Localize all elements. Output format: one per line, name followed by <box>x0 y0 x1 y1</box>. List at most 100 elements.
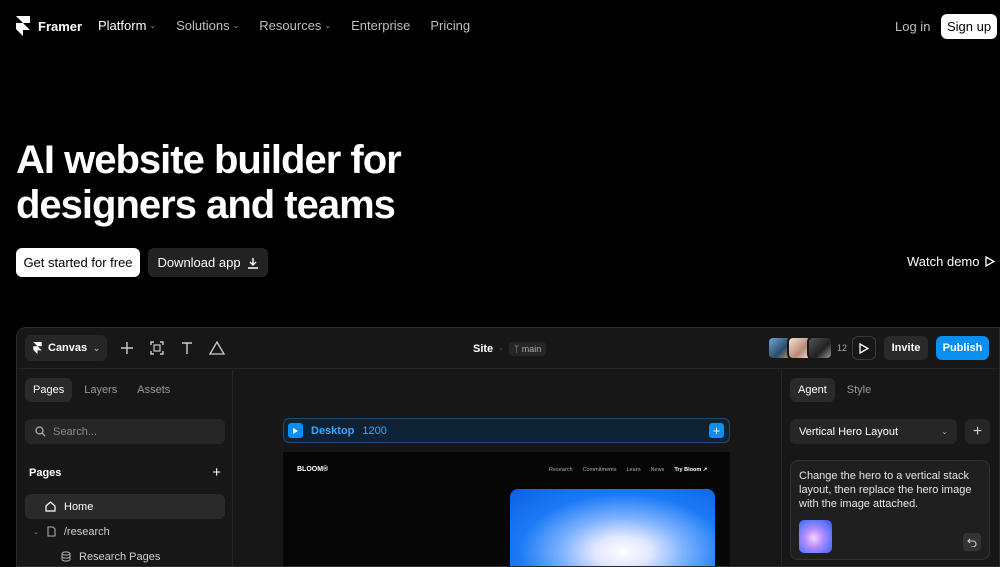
frame-label: Desktop <box>311 424 355 437</box>
chevron-down-icon: ⌄ <box>149 21 157 30</box>
site-preview-frame[interactable]: BLOOM® Research Commitments Learn News T… <box>283 452 730 566</box>
preview-nav-link: Commitments <box>582 467 617 473</box>
page-item-home[interactable]: Home <box>25 494 225 519</box>
play-icon <box>859 342 869 354</box>
publish-button[interactable]: Publish <box>936 336 989 360</box>
frame-tool-icon[interactable] <box>149 340 165 356</box>
play-icon <box>984 256 995 267</box>
preview-button[interactable] <box>852 336 876 360</box>
collaborator-count: 12 <box>837 343 848 353</box>
tab-assets[interactable]: Assets <box>129 378 178 402</box>
agent-message-text: Change the hero to a vertical stack layo… <box>799 470 972 510</box>
watch-demo-label: Watch demo <box>907 254 980 269</box>
nav-link-pricing[interactable]: Pricing <box>430 18 470 33</box>
tab-layers[interactable]: Layers <box>76 378 125 402</box>
nav-link-enterprise[interactable]: Enterprise <box>351 18 410 33</box>
nav-link-label: Resources <box>259 18 322 33</box>
home-icon <box>45 501 56 512</box>
chevron-down-icon: ⌄ <box>324 21 332 30</box>
search-placeholder: Search... <box>53 425 98 438</box>
avatar <box>807 336 833 360</box>
add-breakpoint-icon[interactable]: + <box>709 423 724 438</box>
agent-message: Change the hero to a vertical stack layo… <box>790 460 990 560</box>
layout-select-value: Vertical Hero Layout <box>799 425 899 438</box>
signup-button[interactable]: Sign up <box>941 14 997 39</box>
collaborator-avatars[interactable]: 12 <box>767 336 847 360</box>
site-label: Site <box>473 343 494 355</box>
chevron-down-icon: ⌄ <box>33 528 39 536</box>
nav-link-label: Platform <box>98 18 147 33</box>
branch-name: main <box>521 344 542 354</box>
right-panel: Agent Style Vertical Hero Layout ⌄ + Cha… <box>781 370 999 566</box>
chevron-down-icon: ⌄ <box>941 427 948 436</box>
preview-nav-link: Learn <box>626 467 641 473</box>
nav-link-resources[interactable]: Resources ⌄ <box>259 18 331 33</box>
preview-nav-link: Research <box>549 467 573 473</box>
framer-logo-icon <box>16 16 30 36</box>
attached-image[interactable] <box>799 520 832 553</box>
add-icon[interactable]: + <box>965 419 990 444</box>
text-tool-icon[interactable] <box>179 340 195 356</box>
page-item-research-pages[interactable]: Research Pages <box>25 544 225 566</box>
vector-tool-icon[interactable] <box>209 340 225 356</box>
get-started-button[interactable]: Get started for free <box>16 248 140 277</box>
database-icon <box>61 551 71 562</box>
right-tabs: Agent Style <box>790 378 879 402</box>
site-separator: · <box>499 343 503 355</box>
page-list: Home ⌄ /research Research Pages <box>25 494 225 566</box>
brand-logo[interactable]: Framer <box>16 16 82 36</box>
brand-name: Framer <box>38 18 83 34</box>
frame-width: 1200 <box>362 424 387 437</box>
frame-play-icon[interactable] <box>288 423 303 438</box>
pages-section-header: Pages + <box>29 465 221 480</box>
download-app-button[interactable]: Download app <box>148 248 268 277</box>
preview-nav-link: News <box>650 467 665 473</box>
hero-title-line-1: AI website builder for <box>16 138 402 182</box>
invite-button[interactable]: Invite <box>884 336 928 360</box>
page-item-label: /research <box>63 525 110 538</box>
preview-cta: Try Bloom ↗ <box>674 467 708 473</box>
chevron-down-icon: ⌄ <box>93 343 100 353</box>
hero-title: AI website builder for designers and tea… <box>16 138 516 228</box>
frame-header[interactable]: Desktop 1200 + <box>283 418 730 443</box>
nav-link-platform[interactable]: Platform ⌄ <box>98 18 156 33</box>
tab-style[interactable]: Style <box>839 378 879 402</box>
top-nav: Framer Platform ⌄ Solutions ⌄ Resources ⌄ E… <box>0 0 1000 54</box>
search-icon <box>35 426 46 437</box>
framer-logo-icon <box>33 342 42 354</box>
hero-title-line-2: designers and teams <box>16 183 396 227</box>
nav-link-solutions[interactable]: Solutions ⌄ <box>176 18 239 33</box>
layout-select[interactable]: Vertical Hero Layout ⌄ <box>790 419 957 444</box>
add-icon[interactable] <box>119 340 135 356</box>
add-page-icon[interactable]: + <box>212 465 221 480</box>
canvas-area[interactable]: Desktop 1200 + BLOOM® Research Commitmen… <box>233 370 781 566</box>
page-item-research[interactable]: ⌄ /research <box>25 519 225 544</box>
preview-brand: BLOOM® <box>297 466 329 473</box>
left-tabs: Pages Layers Assets <box>25 378 178 402</box>
page-item-label: Research Pages <box>79 550 161 563</box>
editor-window: Canvas ⌄ Site · ᛉ main 12 Invite Publish <box>16 327 1000 567</box>
site-title: Site · ᛉ main <box>473 342 547 356</box>
tab-pages[interactable]: Pages <box>25 378 73 402</box>
pages-heading: Pages <box>29 467 62 479</box>
editor-toolbar: Canvas ⌄ Site · ᛉ main 12 Invite Publish <box>17 328 999 369</box>
login-link[interactable]: Log in <box>895 19 930 34</box>
branch-badge[interactable]: ᛉ main <box>508 342 547 356</box>
download-app-label: Download app <box>157 255 241 270</box>
search-input[interactable]: Search... <box>25 419 225 444</box>
nav-link-label: Solutions <box>176 18 230 33</box>
page-item-label: Home <box>64 500 94 513</box>
download-icon <box>247 257 258 269</box>
preview-nav: Research Commitments Learn News Try Bloo… <box>549 467 707 473</box>
nav-links: Platform ⌄ Solutions ⌄ Resources ⌄ Enterpri… <box>98 18 490 33</box>
branch-icon: ᛉ <box>513 344 520 354</box>
tool-group <box>119 340 225 356</box>
canvas-label: Canvas <box>48 342 88 354</box>
page-icon <box>47 526 56 537</box>
tab-agent[interactable]: Agent <box>790 378 835 402</box>
left-panel: Pages Layers Assets Search... Pages + Ho… <box>17 370 233 566</box>
watch-demo-link[interactable]: Watch demo <box>907 254 995 269</box>
hero-image <box>510 489 715 566</box>
canvas-dropdown[interactable]: Canvas ⌄ <box>25 335 107 361</box>
undo-icon[interactable] <box>963 533 981 551</box>
